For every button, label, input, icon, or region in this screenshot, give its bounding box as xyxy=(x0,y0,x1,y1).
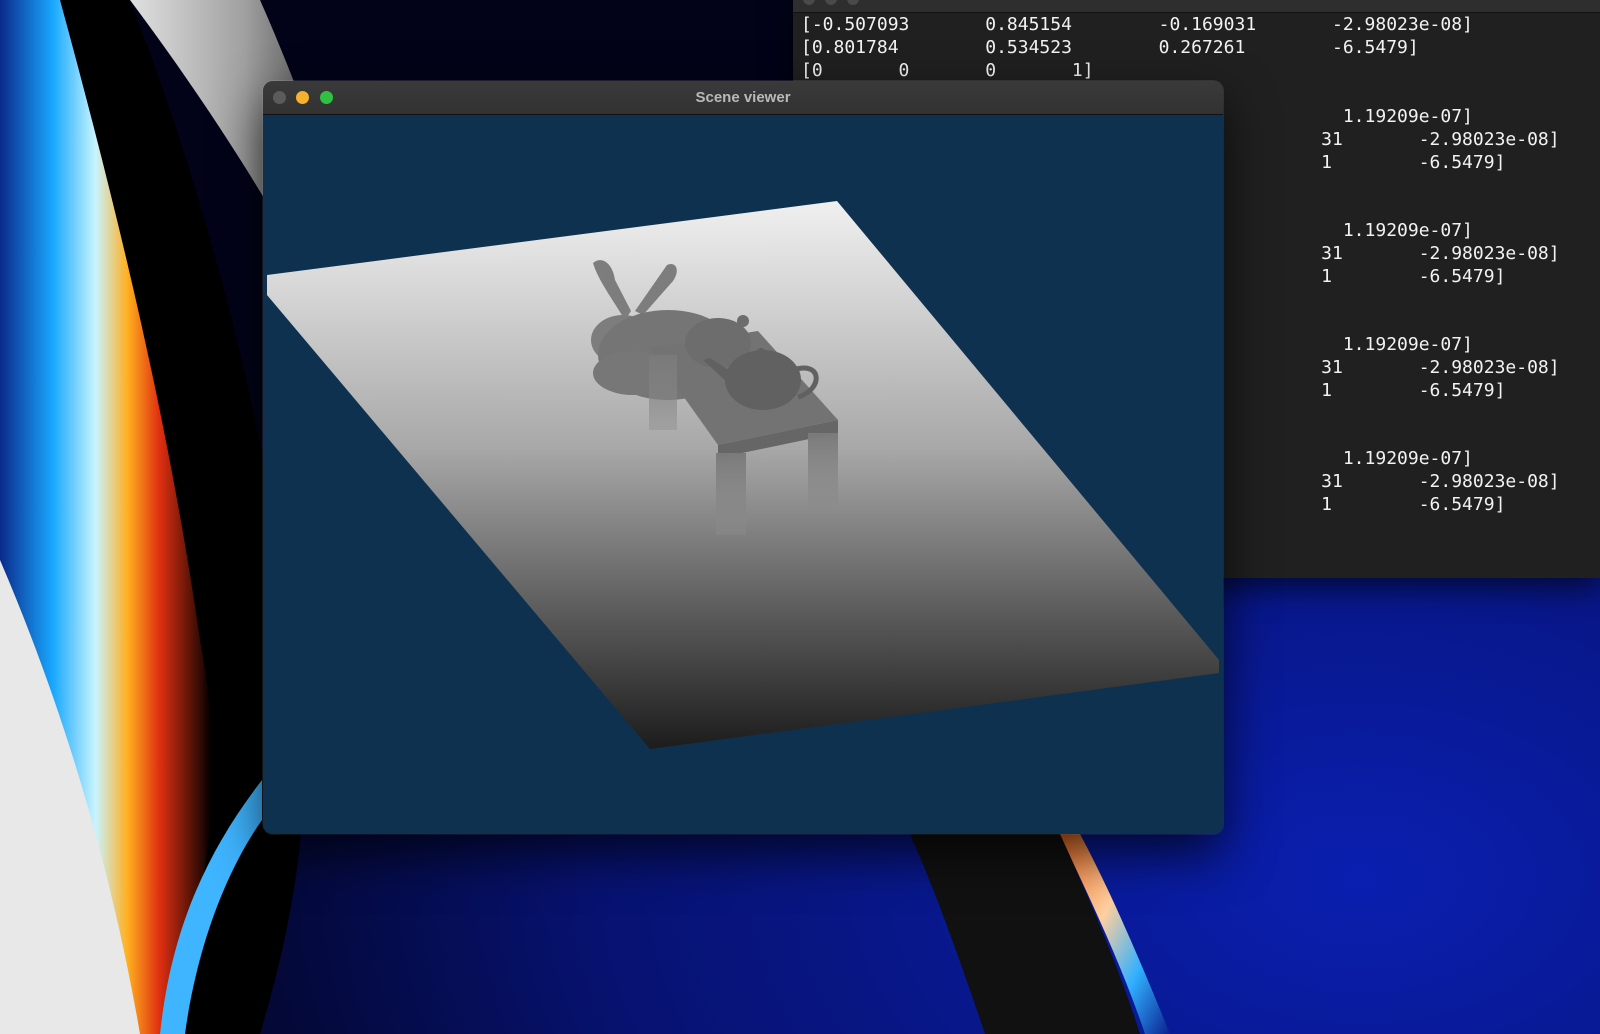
terminal-titlebar[interactable] xyxy=(793,0,1600,13)
terminal-output-line: [0.801784 0.534523 0.267261 -6.5479] xyxy=(801,37,1419,58)
window-title: Scene viewer xyxy=(695,89,791,106)
scene-viewer-window[interactable]: Scene viewer xyxy=(263,81,1223,834)
window-titlebar[interactable]: Scene viewer xyxy=(263,81,1223,115)
terminal-close-button[interactable] xyxy=(803,0,815,5)
terminal-zoom-button[interactable] xyxy=(847,0,859,5)
terminal-output-line: [0 0 0 1] xyxy=(801,60,1094,81)
terminal-output-line: [-0.507093 0.845154 -0.169031 -2.98023e-… xyxy=(801,14,1473,35)
render-viewport[interactable] xyxy=(263,115,1223,834)
terminal-minimize-button[interactable] xyxy=(825,0,837,5)
